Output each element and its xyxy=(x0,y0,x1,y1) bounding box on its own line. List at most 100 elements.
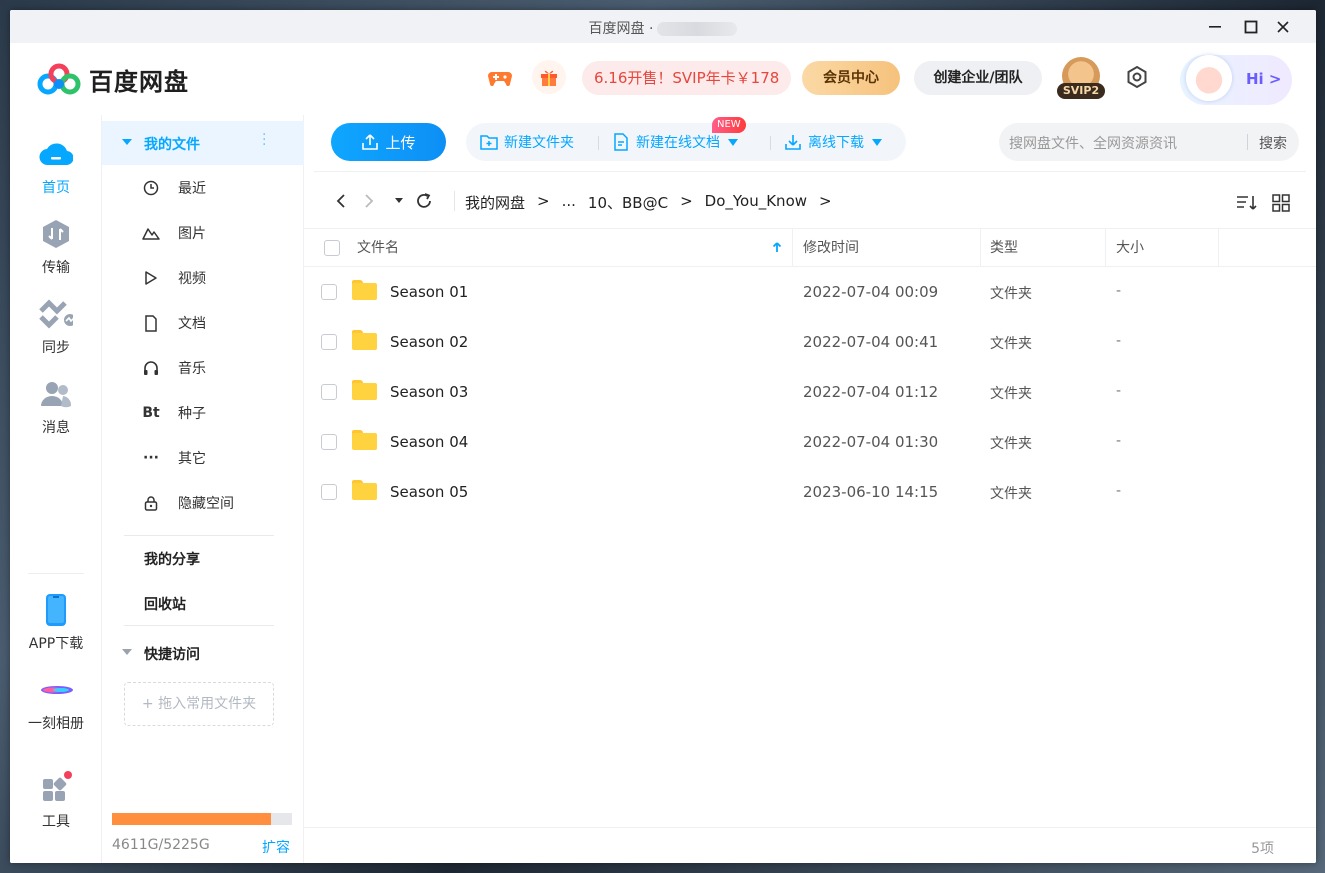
new-folder-button[interactable]: 新建文件夹 xyxy=(480,123,574,161)
file-name[interactable]: Season 01 xyxy=(390,283,468,301)
table-row[interactable]: Season 01 2022-07-04 00:09 文件夹 - xyxy=(304,267,1316,317)
chevron-down-icon xyxy=(728,138,738,146)
search-button[interactable]: 搜索 xyxy=(1259,133,1287,153)
sidebar-item-documents[interactable]: 文档 xyxy=(102,300,304,345)
rail-tools[interactable]: 工具 xyxy=(10,771,102,831)
promo-banner[interactable]: 6.16开售！SVIP年卡￥178 xyxy=(582,61,792,95)
breadcrumb-separator: > xyxy=(819,192,832,210)
game-button[interactable] xyxy=(483,60,517,94)
file-name[interactable]: Season 04 xyxy=(390,433,468,451)
file-name[interactable]: Season 05 xyxy=(390,483,468,501)
breadcrumb-ellipsis[interactable]: ... xyxy=(562,192,576,213)
settings-button[interactable] xyxy=(1125,65,1149,89)
headphones-icon xyxy=(142,359,160,377)
grid-view-button[interactable] xyxy=(1270,192,1292,214)
download-icon xyxy=(784,133,802,151)
rail-messages[interactable]: 消息 xyxy=(10,377,102,437)
sidebar-my-files[interactable]: 我的文件 · · · xyxy=(102,121,304,165)
table-row[interactable]: Season 05 2023-06-10 14:15 文件夹 - xyxy=(304,467,1316,517)
sidebar-item-videos[interactable]: 视频 xyxy=(102,255,304,300)
column-size[interactable]: 大小 xyxy=(1116,229,1144,267)
app-window: 百度网盘 · 百度网盘 6.16开售！SVIP年卡￥178 会员中心 创建企业/… xyxy=(10,10,1316,863)
column-modified[interactable]: 修改时间 xyxy=(803,229,859,267)
file-modified: 2022-07-04 01:30 xyxy=(803,433,939,451)
rail-app-download[interactable]: APP下载 xyxy=(10,593,102,653)
upload-label: 上传 xyxy=(385,133,416,152)
rail-album[interactable]: 一刻相册 xyxy=(10,673,102,733)
expand-storage-link[interactable]: 扩容 xyxy=(262,837,290,857)
rail-messages-label: 消息 xyxy=(42,420,70,436)
sidebar-item-images[interactable]: 图片 xyxy=(102,210,304,255)
close-button[interactable] xyxy=(1272,16,1294,38)
row-checkbox[interactable] xyxy=(321,284,337,300)
history-dropdown[interactable] xyxy=(388,190,410,212)
sort-ascending-icon[interactable] xyxy=(772,241,782,253)
baidu-pan-logo-icon xyxy=(37,63,81,94)
gift-button[interactable] xyxy=(532,60,566,94)
sidebar-item-hidden-space[interactable]: 隐藏空间 xyxy=(102,480,304,525)
user-avatar[interactable]: SVIP2 xyxy=(1057,57,1105,101)
maximize-icon xyxy=(1244,20,1258,34)
file-name[interactable]: Season 03 xyxy=(390,383,468,401)
transfer-icon xyxy=(39,217,73,251)
assistant-button[interactable]: Hi > xyxy=(1180,55,1292,105)
more-vertical-icon[interactable]: · · · xyxy=(262,128,266,152)
sidebar-item-other[interactable]: ··· 其它 xyxy=(102,435,304,480)
column-type[interactable]: 类型 xyxy=(990,229,1018,267)
maximize-button[interactable] xyxy=(1240,16,1262,38)
item-count: 5项 xyxy=(1251,841,1274,857)
quick-access-dropzone[interactable]: + 拖入常用文件夹 xyxy=(124,682,274,726)
row-checkbox[interactable] xyxy=(321,384,337,400)
table-row[interactable]: Season 02 2022-07-04 00:41 文件夹 - xyxy=(304,317,1316,367)
sidebar-item-recent[interactable]: 最近 xyxy=(102,165,304,210)
sidebar-my-share[interactable]: 我的分享 xyxy=(144,549,200,569)
forward-button[interactable] xyxy=(358,190,380,212)
sidebar-item-torrents[interactable]: Bt 种子 xyxy=(102,390,304,435)
breadcrumb-divider xyxy=(454,191,455,211)
column-name[interactable]: 文件名 xyxy=(357,229,399,267)
file-type: 文件夹 xyxy=(990,486,1032,502)
sort-button[interactable] xyxy=(1236,192,1258,214)
search-separator xyxy=(1247,134,1248,150)
gear-icon xyxy=(1127,65,1147,89)
row-checkbox[interactable] xyxy=(321,334,337,350)
breadcrumb-root[interactable]: 我的网盘 xyxy=(465,192,525,213)
assistant-robot-icon xyxy=(1186,55,1232,101)
table-row[interactable]: Season 04 2022-07-04 01:30 文件夹 - xyxy=(304,417,1316,467)
row-checkbox[interactable] xyxy=(321,434,337,450)
status-bar: 5项 xyxy=(304,827,1316,863)
new-folder-label: 新建文件夹 xyxy=(504,135,574,151)
rail-sync-label: 同步 xyxy=(42,340,70,356)
sidebar-item-label: 图片 xyxy=(178,226,206,242)
select-all-checkbox[interactable] xyxy=(324,240,340,256)
rail-home[interactable]: 首页 xyxy=(10,137,102,197)
collapse-triangle-icon[interactable] xyxy=(122,649,132,655)
create-team-button[interactable]: 创建企业/团队 xyxy=(914,61,1042,95)
back-button[interactable] xyxy=(330,190,352,212)
vip-center-button[interactable]: 会员中心 xyxy=(802,61,900,95)
offline-download-button[interactable]: 离线下载 xyxy=(784,123,882,161)
bt-icon: Bt xyxy=(142,405,160,421)
refresh-button[interactable] xyxy=(413,190,435,212)
file-name[interactable]: Season 02 xyxy=(390,333,468,351)
upload-icon xyxy=(362,134,379,150)
upload-button[interactable]: 上传 xyxy=(331,123,446,161)
search-box[interactable]: 搜网盘文件、全网资源资讯 搜索 xyxy=(999,123,1299,161)
sidebar-item-music[interactable]: 音乐 xyxy=(102,345,304,390)
rail-sync[interactable]: 同步 xyxy=(10,297,102,357)
clock-icon xyxy=(142,179,160,197)
breadcrumb-current[interactable]: Do_You_Know xyxy=(705,192,807,213)
minimize-button[interactable] xyxy=(1204,16,1226,38)
row-checkbox[interactable] xyxy=(321,484,337,500)
breadcrumb-folder[interactable]: 10、BB@C xyxy=(588,192,668,213)
search-input[interactable]: 搜网盘文件、全网资源资讯 xyxy=(1009,133,1177,153)
left-rail: 首页 传输 同步 消息 APP下载 一刻相册 工具 xyxy=(10,115,102,863)
table-row[interactable]: Season 03 2022-07-04 01:12 文件夹 - xyxy=(304,367,1316,417)
rail-divider xyxy=(28,573,84,574)
assistant-hi-label: Hi > xyxy=(1246,70,1282,88)
gamepad-icon xyxy=(488,72,512,86)
collapse-triangle-icon[interactable] xyxy=(122,139,132,145)
folder-icon xyxy=(352,280,377,300)
rail-transfer[interactable]: 传输 xyxy=(10,217,102,277)
sidebar-recycle-bin[interactable]: 回收站 xyxy=(144,594,186,614)
